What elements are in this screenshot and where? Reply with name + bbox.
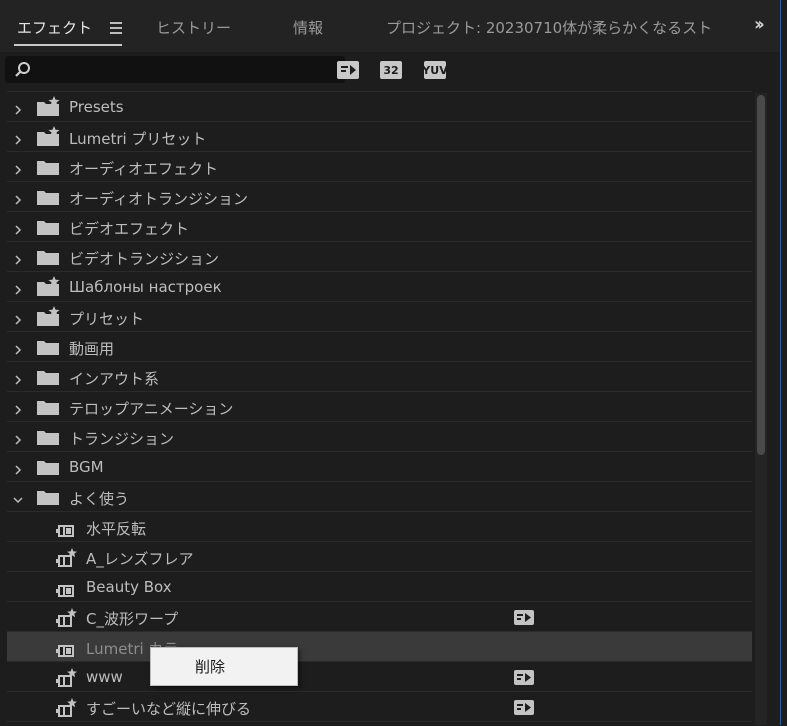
tab-info[interactable]: 情報 [293,17,323,38]
tree-effect-row[interactable]: 水平反転 [7,512,752,542]
chevron-right-icon[interactable] [12,221,24,235]
tree-item-label: すごーいなど縦に伸びる [86,700,252,718]
tree-folder-row[interactable]: オーディオエフェクト [7,152,752,182]
tree-folder-row[interactable]: Шаблоны настроек [7,272,752,302]
tree-item-label: インアウト系 [69,370,160,388]
chevron-down-icon[interactable] [12,491,24,504]
tree-item-label: C_波形ワープ [86,610,179,628]
preset-folder-icon [37,126,61,146]
tree-folder-row[interactable]: 動画用 [7,332,752,362]
preset-effect-icon [55,668,77,688]
folder-icon [37,189,59,205]
folder-icon [37,159,59,175]
tab-history[interactable]: ヒストリー [156,17,231,38]
chevron-right-icon[interactable] [12,161,24,175]
chevron-right-icon[interactable] [12,401,24,415]
folder-icon [37,429,59,445]
chevron-right-icon[interactable] [12,341,24,355]
panel-focus-border [780,0,787,725]
folder-icon [37,489,59,505]
folder-icon [37,399,59,415]
tree-item-label: ビデオエフェクト [69,220,190,238]
tree-folder-row[interactable]: プリセット [7,302,752,332]
double-chevron-right-icon[interactable]: ›› [754,14,765,35]
tree-item-label: Lumetri プリセット [69,130,207,148]
panel-tab-bar: エフェクト ヒストリー 情報 プロジェクト: 20230710体が柔らかくなるス… [0,0,787,52]
tree-effect-row[interactable]: A_レンズフレア [7,542,752,572]
tree-item-label: Шаблоны настроек [69,278,222,296]
tree-folder-row[interactable]: オーディオトランジション [7,182,752,212]
effect-icon [55,518,77,538]
search-icon [15,62,30,77]
folder-icon [37,339,59,355]
yuv-filter-icon[interactable]: YUV [422,61,448,79]
chevron-right-icon[interactable] [12,311,24,325]
preset-effect-icon [55,608,77,628]
preset-folder-icon [37,306,61,326]
tree-item-label: ビデオトランジション [69,250,220,268]
chevron-right-icon[interactable] [12,281,24,295]
tree-folder-row[interactable]: BGM [7,452,752,482]
tree-effect-row[interactable]: www [7,662,752,692]
effect-icon [55,638,77,658]
tree-item-label: A_レンズフレア [86,550,194,568]
preset-folder-icon [37,276,61,296]
tree-effect-row[interactable]: すごーいなど縦に伸びる [7,692,752,722]
tree-effect-row[interactable]: C_波形ワープ [7,602,752,632]
tree-item-label: テロップアニメーション [69,400,234,418]
tree-effect-row[interactable]: Beauty Box [7,572,752,602]
accelerated-effects-filter-icon[interactable] [337,61,359,79]
chevron-right-icon[interactable] [12,131,24,145]
chevron-right-icon[interactable] [12,371,24,385]
tab-project[interactable]: プロジェクト: 20230710体が柔らかくなるスト [386,17,712,38]
tree-folder-row[interactable]: ビデオトランジション [7,242,752,272]
panel-menu-icon[interactable] [110,22,122,37]
context-menu-item-delete[interactable]: 削除 [195,656,225,677]
preset-effect-icon [55,548,77,568]
tree-item-label: www [86,668,123,686]
tree-folder-row[interactable]: インアウト系 [7,362,752,392]
chevron-right-icon[interactable] [12,251,24,265]
tree-effect-row[interactable]: Lumetri カラー [7,632,752,662]
scrollbar-thumb[interactable] [757,95,765,455]
preset-folder-icon [37,96,61,116]
folder-icon [37,219,59,235]
effects-tree: Presets Lumetri プリセット オーディオエフェクトオーディオトランジシ… [7,91,752,726]
tree-folder-row[interactable]: テロップアニメーション [7,392,752,422]
tree-folder-row[interactable]: Lumetri プリセット [7,122,752,152]
chevron-right-icon[interactable] [12,101,24,115]
vertical-scrollbar[interactable] [755,93,767,725]
context-menu: 削除 [150,647,298,686]
tree-folder-row[interactable]: トランジション [7,422,752,452]
folder-icon [37,249,59,265]
tree-item-label: Beauty Box [86,578,172,596]
tree-item-label: よく使う [69,490,130,508]
accelerated-effect-icon [514,670,534,685]
accelerated-effect-icon [514,610,534,625]
chevron-right-icon[interactable] [12,461,24,475]
folder-icon [37,459,59,475]
tree-item-label: Presets [69,98,124,116]
chevron-right-icon[interactable] [12,431,24,445]
tree-item-label: 動画用 [69,340,115,358]
accelerated-effect-icon [514,700,534,715]
tree-item-label: オーディオエフェクト [69,160,218,178]
32bit-filter-icon[interactable]: 32 [380,61,402,79]
tree-item-label: プリセット [69,310,145,328]
search-input[interactable] [5,56,345,83]
tree-item-label: 水平反転 [86,520,147,538]
active-tab-indicator [14,44,122,46]
folder-icon [37,369,59,385]
tree-item-label: トランジション [69,430,175,448]
chevron-right-icon[interactable] [12,191,24,205]
tree-folder-row[interactable]: よく使う [7,482,752,512]
preset-effect-icon [55,698,77,718]
tree-item-label: BGM [69,458,104,476]
tree-folder-row[interactable]: Presets [7,92,752,122]
tab-effects[interactable]: エフェクト [17,17,92,38]
tree-item-label: オーディオトランジション [69,190,248,208]
tree-folder-row[interactable]: ビデオエフェクト [7,212,752,242]
effect-icon [55,578,77,598]
